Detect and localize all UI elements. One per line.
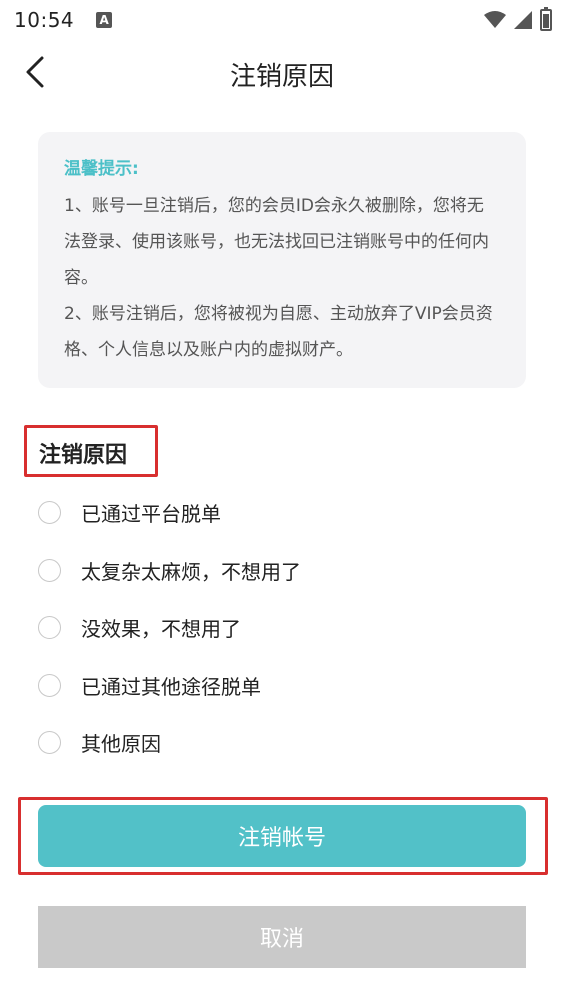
reason-option-1[interactable]: 已通过平台脱单 (38, 484, 528, 542)
wifi-icon (484, 11, 506, 28)
reason-option-5[interactable]: 其他原因 (38, 714, 528, 772)
radio-button[interactable] (38, 501, 61, 525)
radio-button[interactable] (38, 616, 61, 640)
reason-label: 已通过其他途径脱单 (81, 674, 261, 699)
status-time: 10:54 (14, 8, 75, 32)
page-title: 注销原因 (229, 62, 334, 92)
battery-icon (540, 7, 552, 31)
deactivate-account-button[interactable]: 注销帐号 (38, 805, 526, 867)
reason-option-2[interactable]: 太复杂太麻烦，不想用了 (38, 542, 528, 600)
reason-heading-highlight: 注销原因 (24, 425, 158, 477)
notice-title: 温馨提示: (64, 159, 139, 179)
radio-button[interactable] (38, 673, 61, 697)
signal-icon (514, 11, 532, 29)
radio-button[interactable] (38, 558, 61, 582)
reason-option-4[interactable]: 已通过其他途径脱单 (38, 657, 528, 715)
reason-label: 没效果，不想用了 (81, 617, 241, 642)
status-icons (484, 7, 552, 31)
cancel-button[interactable]: 取消 (38, 906, 526, 968)
title-bar: 注销原因 (0, 42, 564, 102)
status-bar: 10:54 A (0, 0, 564, 40)
reason-label: 太复杂太麻烦，不想用了 (81, 559, 301, 584)
reason-label: 已通过平台脱单 (81, 502, 221, 527)
notice-item-2: 2、账号注销后，您将被视为自愿、主动放弃了VIP会员资格、个人信息以及账户内的虚… (64, 304, 493, 360)
radio-button[interactable] (38, 731, 61, 755)
reason-option-3[interactable]: 没效果，不想用了 (38, 599, 528, 657)
reason-list: 已通过平台脱单 太复杂太麻烦，不想用了 没效果，不想用了 已通过其他途径脱单 其… (38, 484, 528, 772)
reason-label: 其他原因 (81, 732, 161, 757)
notification-icon: A (96, 12, 113, 28)
reason-heading: 注销原因 (39, 443, 128, 468)
warning-notice-card: 温馨提示: 1、账号一旦注销后，您的会员ID会永久被删除，您将无法登录、使用该账… (38, 132, 526, 388)
notice-item-1: 1、账号一旦注销后，您的会员ID会永久被删除，您将无法登录、使用该账号，也无法找… (64, 196, 489, 288)
